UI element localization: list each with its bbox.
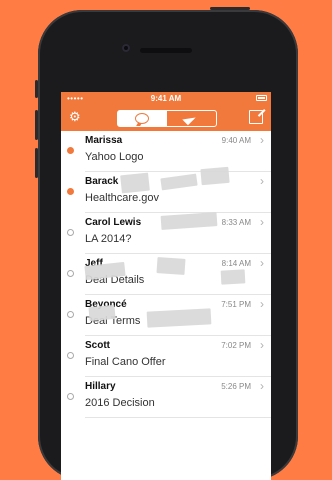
chevron-right-icon: › [260,174,264,188]
chevron-right-icon: › [260,297,264,311]
message-row[interactable]: Marissa Yahoo Logo 9:40 AM › [67,131,271,172]
chevron-right-icon: › [260,133,264,147]
tab-sent[interactable] [167,111,216,126]
read-status-dot [67,393,74,400]
sender-name: Carol Lewis [85,217,142,228]
message-time: 7:51 PM [221,300,251,309]
phone-frame: ••••• 9:41 AM ⚙ Marissa Yahoo Logo 9:40 AM… [35,7,298,480]
sender-name: Marissa [85,135,123,146]
message-time: 5:26 PM [221,382,251,391]
chevron-right-icon: › [260,338,264,352]
sender-name: Barack [85,176,119,187]
message-subject: 2016 Decision [85,397,155,409]
message-subject: Yahoo Logo [85,151,144,163]
message-time: 7:02 PM [221,341,251,350]
message-row[interactable]: Scott Final Cano Offer 7:02 PM › [67,336,271,377]
compose-icon[interactable] [249,110,263,124]
earpiece-speaker [140,48,192,53]
mute-switch [35,80,38,98]
message-subject: Healthcare.gov [85,192,159,204]
volume-down-button [35,148,38,178]
chevron-right-icon: › [260,215,264,229]
message-time: 9:40 AM [221,136,251,145]
volume-up-button [35,110,38,140]
redaction-patch [156,257,186,275]
gear-icon[interactable]: ⚙ [69,110,81,124]
read-status-dot [67,270,74,277]
sender-name: Hillary [85,381,116,392]
message-time: 8:33 AM [221,218,251,227]
redaction-patch [200,166,230,186]
app-screen: ••••• 9:41 AM ⚙ Marissa Yahoo Logo 9:40 AM… [61,92,271,480]
redaction-patch [220,269,246,285]
send-icon [182,111,196,126]
message-row[interactable]: Hillary 2016 Decision 5:26 PM › [67,377,271,418]
read-status-dot [67,188,74,195]
redaction-patch [146,308,212,328]
redaction-patch [88,304,116,322]
tab-inbox[interactable] [118,111,167,126]
battery-icon [256,95,267,101]
status-bar: ••••• 9:41 AM [61,92,271,105]
message-time: 8:14 AM [221,259,251,268]
message-subject: Final Cano Offer [85,356,166,368]
message-subject: LA 2014? [85,233,132,245]
read-status-dot [67,229,74,236]
read-status-dot [67,147,74,154]
redaction-patch [120,172,150,194]
power-button [210,7,250,10]
read-status-dot [67,352,74,359]
inbox-sent-segmented-control [117,110,217,127]
chat-bubble-icon [135,113,149,124]
sender-name: Scott [85,340,110,351]
status-time: 9:41 AM [150,94,182,103]
read-status-dot [67,311,74,318]
nav-bar: ⚙ [61,105,271,131]
front-camera [122,44,130,52]
chevron-right-icon: › [260,379,264,393]
chevron-right-icon: › [260,256,264,270]
